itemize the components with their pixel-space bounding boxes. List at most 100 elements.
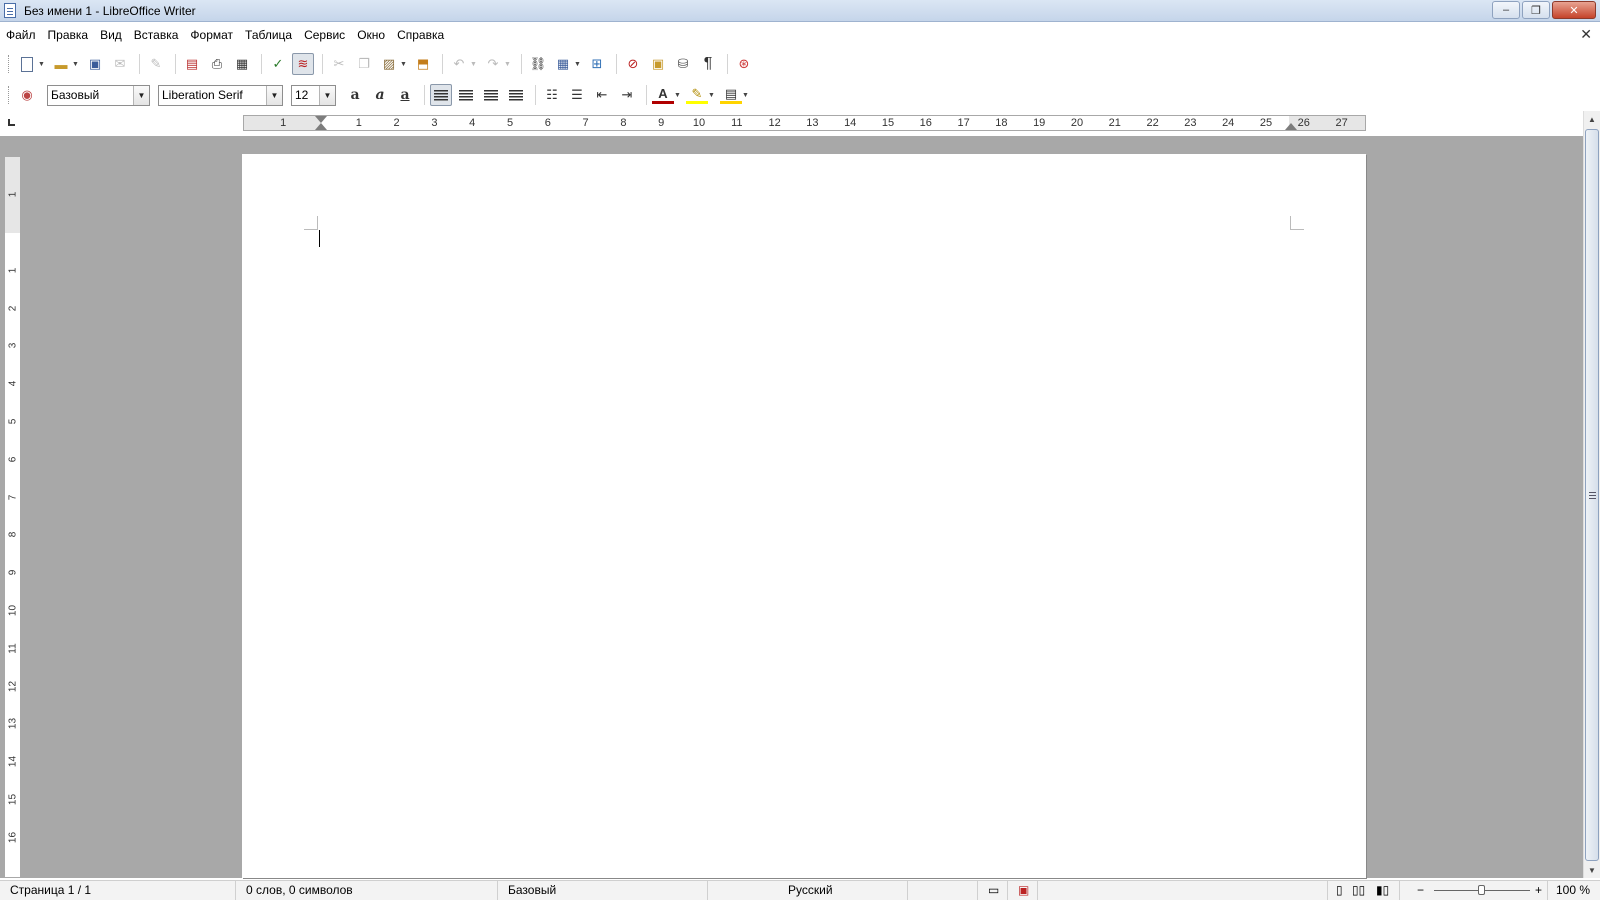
paragraph-style-select[interactable]: Базовый ▼ bbox=[47, 84, 150, 106]
selection-mode-icon[interactable]: ▭ bbox=[978, 881, 1008, 900]
vertical-ruler[interactable]: 1 1 2 3 4 5 6 7 8 9 10 11 12 13 14 15 16 bbox=[4, 156, 21, 878]
first-line-indent-marker[interactable] bbox=[315, 116, 327, 123]
autospellcheck-icon[interactable]: ≋ bbox=[292, 53, 314, 75]
decrease-indent-icon[interactable]: ⇤ bbox=[591, 84, 613, 106]
scroll-down-icon[interactable]: ▼ bbox=[1584, 862, 1600, 878]
spellcheck-icon[interactable]: ✓ bbox=[267, 53, 289, 75]
open-icon[interactable]: ▬ bbox=[50, 53, 72, 75]
chevron-down-icon[interactable]: ▼ bbox=[133, 85, 149, 105]
data-sources-icon[interactable]: ⛁ bbox=[672, 53, 694, 75]
align-center-icon[interactable] bbox=[455, 84, 477, 106]
toolbar-grip[interactable] bbox=[8, 86, 11, 104]
clone-formatting-icon[interactable]: ⬒ bbox=[412, 53, 434, 75]
gallery-icon[interactable]: ▣ bbox=[647, 53, 669, 75]
right-indent-marker[interactable] bbox=[1285, 123, 1297, 130]
numbering-icon[interactable]: ☷ bbox=[541, 84, 563, 106]
table-icon[interactable]: ▦ bbox=[552, 53, 574, 75]
italic-icon[interactable]: a bbox=[369, 84, 391, 106]
zoom-out-button[interactable]: − bbox=[1414, 881, 1430, 900]
paste-icon[interactable]: ▨ bbox=[378, 53, 400, 75]
font-size-select[interactable]: 12 ▼ bbox=[291, 84, 336, 106]
restore-button[interactable]: ❐ bbox=[1522, 1, 1550, 19]
print-preview-icon[interactable]: ▦ bbox=[231, 53, 253, 75]
copy-icon[interactable]: ❐ bbox=[353, 53, 375, 75]
bold-icon[interactable]: a bbox=[344, 84, 366, 106]
menu-window[interactable]: Окно bbox=[357, 28, 385, 42]
hyperlink-icon[interactable]: ⛓ bbox=[527, 53, 549, 75]
ruler-number: 22 bbox=[1146, 117, 1159, 129]
horizontal-ruler-row: 1 1 2 3 4 5 6 7 8 9 10 11 12 13 14 15 16 17 18 19 20 21 22 23 24… bbox=[0, 111, 1600, 135]
tab-stop-type-icon[interactable] bbox=[8, 119, 15, 126]
zoom-in-button[interactable]: + bbox=[1532, 881, 1548, 900]
new-dropdown-icon[interactable]: ▼ bbox=[38, 61, 46, 68]
page-style[interactable]: Базовый bbox=[498, 881, 708, 900]
vertical-scrollbar[interactable]: ▲ ▼ bbox=[1583, 111, 1600, 878]
insert-mode[interactable] bbox=[908, 881, 978, 900]
increase-indent-icon[interactable]: ⇥ bbox=[616, 84, 638, 106]
styles-and-formatting-icon[interactable]: ◉ bbox=[16, 84, 38, 106]
menu-view[interactable]: Вид bbox=[100, 28, 122, 42]
font-color-icon[interactable]: A bbox=[652, 86, 674, 104]
underline-icon[interactable]: a bbox=[394, 84, 416, 106]
menu-help[interactable]: Справка bbox=[397, 28, 444, 42]
zoom-level[interactable]: 100 % bbox=[1548, 881, 1600, 900]
bullets-icon[interactable]: ☰ bbox=[566, 84, 588, 106]
book-view-icon[interactable]: ▮▯ bbox=[1374, 881, 1400, 900]
formatting-marks-icon[interactable]: ¶ bbox=[697, 53, 719, 75]
help-icon[interactable]: ⊛ bbox=[733, 53, 755, 75]
menu-tools[interactable]: Сервис bbox=[304, 28, 345, 42]
new-document-icon[interactable] bbox=[16, 53, 38, 75]
menu-edit[interactable]: Правка bbox=[48, 28, 89, 42]
font-color-dropdown-icon[interactable]: ▼ bbox=[674, 92, 682, 99]
close-document-button[interactable]: ✕ bbox=[1580, 26, 1592, 43]
background-color-dropdown-icon[interactable]: ▼ bbox=[742, 92, 750, 99]
ruler-number: 8 bbox=[620, 117, 627, 129]
menu-table[interactable]: Таблица bbox=[245, 28, 292, 42]
ruler-number: 25 bbox=[1259, 117, 1273, 129]
table-dropdown-icon[interactable]: ▼ bbox=[574, 61, 582, 68]
single-page-view-icon[interactable]: ▯ bbox=[1334, 881, 1350, 900]
undo-dropdown-icon[interactable]: ▼ bbox=[470, 61, 478, 68]
language[interactable]: Русский bbox=[708, 881, 908, 900]
background-color-icon[interactable]: ▤ bbox=[720, 86, 742, 104]
show-draw-functions-icon[interactable]: ⊞ bbox=[586, 53, 608, 75]
ruler-number: 6 bbox=[544, 117, 551, 129]
zoom-slider-handle[interactable] bbox=[1478, 885, 1485, 895]
chevron-down-icon[interactable]: ▼ bbox=[266, 85, 282, 105]
highlighting-dropdown-icon[interactable]: ▼ bbox=[708, 92, 716, 99]
edit-mode-icon[interactable]: ✎ bbox=[145, 53, 167, 75]
justify-icon[interactable] bbox=[505, 84, 527, 106]
paste-dropdown-icon[interactable]: ▼ bbox=[400, 61, 408, 68]
highlighting-icon[interactable]: ✎ bbox=[686, 86, 708, 104]
horizontal-ruler[interactable]: 1 1 2 3 4 5 6 7 8 9 10 11 12 13 14 15 16 17 18 19 20 21 22 23 24… bbox=[243, 115, 1366, 131]
export-pdf-icon[interactable]: ▤ bbox=[181, 53, 203, 75]
align-left-icon[interactable] bbox=[430, 84, 452, 106]
scrollbar-thumb[interactable] bbox=[1585, 129, 1599, 861]
menu-insert[interactable]: Вставка bbox=[134, 28, 179, 42]
align-right-icon[interactable] bbox=[480, 84, 502, 106]
document-modified-icon[interactable]: ▣ bbox=[1008, 881, 1038, 900]
multi-page-view-icon[interactable]: ▯▯ bbox=[1350, 881, 1372, 900]
print-icon[interactable]: ⎙ bbox=[206, 53, 228, 75]
menu-format[interactable]: Формат bbox=[190, 28, 233, 42]
left-indent-marker[interactable] bbox=[315, 123, 327, 130]
document-page[interactable] bbox=[242, 154, 1366, 878]
ruler-number: 4 bbox=[469, 117, 476, 129]
cut-icon[interactable]: ✂ bbox=[328, 53, 350, 75]
chevron-down-icon[interactable]: ▼ bbox=[319, 85, 335, 105]
page-indicator[interactable]: Страница 1 / 1 bbox=[0, 881, 236, 900]
close-window-button[interactable]: ✕ bbox=[1552, 1, 1596, 19]
minimize-button[interactable]: – bbox=[1492, 1, 1520, 19]
font-name-select[interactable]: Liberation Serif ▼ bbox=[158, 84, 283, 106]
menu-file[interactable]: Файл bbox=[6, 28, 36, 42]
save-icon[interactable]: ▣ bbox=[84, 53, 106, 75]
redo-dropdown-icon[interactable]: ▼ bbox=[504, 61, 512, 68]
scroll-up-icon[interactable]: ▲ bbox=[1584, 111, 1600, 127]
navigator-icon[interactable]: ⊘ bbox=[622, 53, 644, 75]
toolbar-grip[interactable] bbox=[8, 55, 11, 73]
word-count[interactable]: 0 слов, 0 символов bbox=[236, 881, 498, 900]
undo-icon[interactable]: ↶ bbox=[448, 53, 470, 75]
redo-icon[interactable]: ↷ bbox=[482, 53, 504, 75]
open-dropdown-icon[interactable]: ▼ bbox=[72, 61, 80, 68]
email-icon[interactable]: ✉ bbox=[109, 53, 131, 75]
